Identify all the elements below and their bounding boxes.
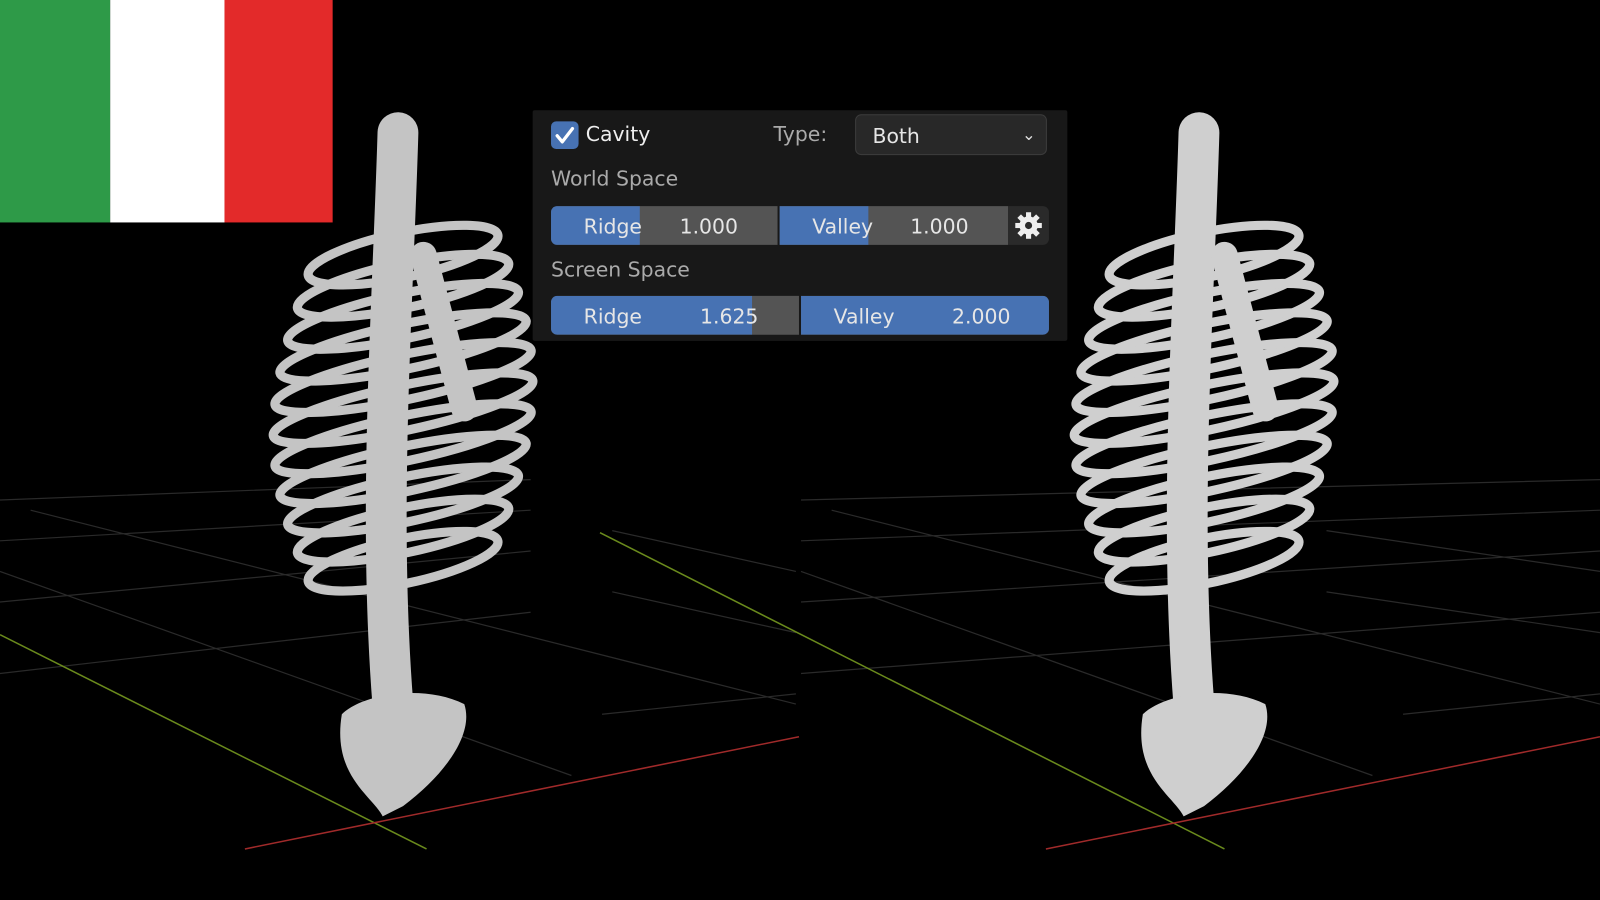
pelvis	[340, 693, 466, 816]
slider-label: Valley	[812, 214, 873, 238]
type-dropdown[interactable]: Both ⌄	[855, 114, 1047, 155]
world-valley-slider[interactable]: Valley 1.000	[780, 206, 1009, 245]
slider-value: 1.000	[910, 214, 968, 238]
slider-label: Ridge	[584, 214, 642, 238]
cavity-panel: Cavity Type: Both ⌄ World Space Ridge 1.…	[533, 110, 1068, 341]
x-axis-line	[245, 737, 799, 849]
screen-valley-slider[interactable]: Valley 2.000	[801, 296, 1049, 335]
slider-label: Valley	[834, 304, 895, 328]
floor-grid	[0, 480, 1600, 776]
pelvis	[1141, 693, 1267, 816]
chevron-down-icon: ⌄	[1022, 124, 1036, 143]
cavity-checkbox[interactable]	[551, 121, 579, 149]
type-value: Both	[872, 123, 919, 147]
slider-value: 1.000	[680, 214, 738, 238]
settings-button[interactable]	[1008, 206, 1049, 245]
flag-white	[110, 0, 224, 222]
viewport: Cavity Type: Both ⌄ World Space Ridge 1.…	[0, 0, 1600, 900]
screen-ridge-slider[interactable]: Ridge 1.625	[551, 296, 799, 335]
flag-green	[0, 0, 110, 222]
slider-label: Ridge	[584, 304, 642, 328]
skeleton-model-right	[1070, 133, 1339, 817]
slider-value: 1.625	[700, 304, 758, 328]
y-axis-line-right	[600, 533, 1224, 849]
slider-value: 2.000	[952, 304, 1010, 328]
x-axis-line-right	[1046, 737, 1600, 849]
spine	[1187, 133, 1199, 704]
gear-icon	[1013, 210, 1044, 241]
skeleton-model-left	[269, 133, 538, 817]
world-space-title: World Space	[551, 166, 678, 190]
world-ridge-slider[interactable]: Ridge 1.000	[551, 206, 778, 245]
checkmark-icon	[551, 121, 579, 149]
type-label: Type:	[773, 121, 827, 145]
italian-flag	[0, 0, 333, 222]
spine	[386, 133, 398, 704]
cavity-label: Cavity	[586, 121, 651, 145]
flag-red	[224, 0, 332, 222]
screen-space-title: Screen Space	[551, 257, 690, 281]
